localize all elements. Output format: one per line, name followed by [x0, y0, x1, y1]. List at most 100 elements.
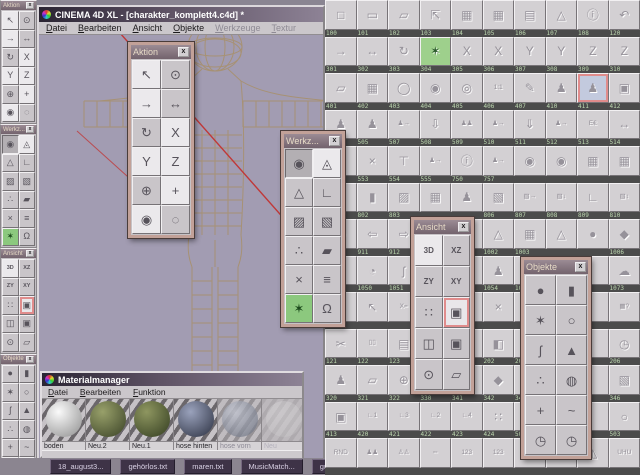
curve-axes-icon[interactable]: ∟809 [577, 183, 609, 220]
table-list-icon[interactable]: ▤106 [514, 0, 546, 37]
figure-arrow-icon[interactable]: ♟→510 [483, 110, 515, 147]
add-spline-button[interactable]: ~ [556, 395, 587, 425]
add-tube-button[interactable]: ʃ [525, 335, 556, 365]
close-icon[interactable]: x [26, 356, 34, 363]
scene-view-button[interactable]: ▣ [443, 328, 471, 359]
close-icon[interactable]: x [575, 262, 586, 272]
rotate-icon[interactable]: ↻303 [388, 37, 420, 74]
add-terrain-button[interactable]: ▲ [19, 402, 36, 421]
material-slot[interactable]: boden [42, 399, 86, 450]
walk-figure-icon[interactable]: ✶304 [420, 37, 452, 74]
menu-ansicht[interactable]: Ansicht [133, 23, 163, 33]
split-2-views-button[interactable]: ◫ [415, 328, 443, 359]
sky-icon[interactable]: ☁1073 [609, 256, 640, 293]
figure-move-icon[interactable]: ♟ [451, 183, 483, 220]
uhu-glue-icon[interactable]: UHU [609, 438, 640, 475]
copy-icon[interactable]: ▯▯122 [357, 329, 389, 366]
scale-tool-button[interactable]: ↔ [19, 30, 36, 49]
menu-textur[interactable]: Textur [272, 23, 297, 33]
z-axis-lock-button[interactable]: Z [19, 67, 36, 86]
one-to-one-icon[interactable]: 1:1406 [483, 73, 515, 110]
torus-icon[interactable]: ◔1050 [357, 256, 389, 293]
tools2-icon[interactable]: × [483, 292, 515, 329]
add-terrain-button[interactable]: ▲ [556, 335, 587, 365]
window-titlebar[interactable]: CINEMA 4D XL - [charakter_komplett4.c4d]… [39, 7, 323, 22]
grid2-icon[interactable]: ▦1003 [514, 219, 546, 256]
scene-objects-icon[interactable]: △107 [546, 0, 578, 37]
view-3d-button[interactable]: 3D [415, 235, 443, 266]
cursor-tool-button[interactable]: ↖ [132, 60, 161, 89]
add-timeline-button[interactable]: ◷ [556, 425, 587, 455]
figure-branch-icon[interactable]: ♟505 [357, 110, 389, 147]
palette-titlebar-werkz[interactable]: Werkz...x [284, 134, 342, 148]
texture-axes-icon[interactable]: ▧806 [483, 183, 515, 220]
add-sphere-button[interactable]: ● [525, 275, 556, 305]
menu-objekte[interactable]: Objekte [173, 23, 204, 33]
grid-question-icon[interactable]: ▦? [609, 292, 640, 329]
split-4-views-button[interactable]: ∷ [415, 297, 443, 328]
add-particles-button[interactable]: ∴ [525, 365, 556, 395]
palette-titlebar-aktion[interactable]: Aktionx [131, 45, 191, 59]
view-xz-button[interactable]: XZ [19, 259, 36, 278]
selection-box-icon[interactable]: ▫▫ [420, 438, 452, 475]
figure-cube-icon[interactable]: ♟→555 [420, 146, 452, 183]
object-mode-button[interactable]: ◬ [313, 149, 341, 178]
taskbar-button[interactable]: gruel.txt [312, 459, 325, 474]
cone-icon[interactable]: △1002 [483, 219, 515, 256]
magnifier-icon[interactable]: ◯403 [388, 73, 420, 110]
figure-scene-icon[interactable]: ♟410 [546, 73, 578, 110]
figures-red-icon[interactable]: ♟♟ [357, 438, 389, 475]
magnify-scene-icon[interactable]: ◎405 [451, 73, 483, 110]
world-coords-button[interactable]: ⊕ [2, 85, 19, 104]
save-icon[interactable]: ▦104 [451, 0, 483, 37]
cubes-view-button[interactable]: ▱ [443, 359, 471, 390]
add-axis-button[interactable]: + [525, 395, 556, 425]
close-icon[interactable]: x [178, 47, 189, 57]
rotate-tool-button[interactable]: ↻ [2, 48, 19, 67]
press-icon[interactable]: ⇓511 [514, 110, 546, 147]
texture-mode-button[interactable]: ▨ [285, 207, 313, 236]
figure-axis-icon[interactable]: ♟320 [325, 365, 357, 402]
pyramid-icon[interactable]: ◆1006 [609, 219, 640, 256]
marble-cylinder-icon[interactable]: ▮802 [357, 183, 389, 220]
edges-mode-button[interactable]: × [2, 209, 19, 228]
material-slot[interactable]: Neu [262, 399, 302, 450]
palette-titlebar-ansicht[interactable]: Ansichtx [1, 249, 36, 258]
polygons-mode-button[interactable]: ▰ [19, 191, 36, 210]
texture-updown-icon[interactable]: ▧↕810 [609, 183, 640, 220]
x-axis-lock-button[interactable]: X [19, 48, 36, 67]
view-1-icon[interactable]: ∟1420 [357, 402, 389, 439]
magnet-tool-button[interactable]: Ω [313, 294, 341, 323]
polygons-mode-button[interactable]: ▰ [313, 236, 341, 265]
camera-link-icon[interactable]: ◉ [514, 146, 546, 183]
stopwatch-stamp-icon[interactable]: ◷206 [609, 329, 640, 366]
y-axis-lock-button[interactable]: Y [132, 147, 161, 176]
taskbar-button[interactable]: 18_august3... [50, 459, 111, 474]
plane-axis-icon[interactable]: ▱321 [357, 365, 389, 402]
figures-123-arrow-icon[interactable]: 123 [483, 438, 515, 475]
taskbar-button[interactable]: gehörlos.txt [120, 459, 175, 474]
menu-datei[interactable]: Datei [46, 23, 67, 33]
close-folder-icon[interactable]: ⇱103 [420, 0, 452, 37]
world-axis-tool-button[interactable]: ∟ [19, 154, 36, 173]
material-menu-bearbeiten[interactable]: Bearbeiten [80, 387, 121, 397]
single-view-button[interactable]: ▣ [443, 297, 471, 328]
camera-unlink-button[interactable]: ◌ [19, 104, 36, 123]
view-3d-button[interactable]: 3D [2, 259, 19, 278]
add-sphere-button[interactable]: ● [2, 365, 19, 384]
texture-axis-mode-button[interactable]: ▧ [313, 207, 341, 236]
texture-down-icon[interactable]: ▧↓808 [546, 183, 578, 220]
merge-document-icon[interactable]: ▱102 [388, 0, 420, 37]
taskbar-button[interactable]: maren.txt [184, 459, 231, 474]
scene-view-icon[interactable]: ▣413 [325, 402, 357, 439]
save-as-icon[interactable]: ▦105 [483, 0, 515, 37]
edges-mode-button[interactable]: × [285, 265, 313, 294]
camera-link-button[interactable]: ◉ [2, 104, 19, 123]
single-view-button[interactable]: ▣ [19, 296, 36, 315]
world-axis-tool-button[interactable]: ∟ [313, 178, 341, 207]
rotate-tool-button[interactable]: ↻ [132, 118, 161, 147]
cone2-icon[interactable]: △ [546, 219, 578, 256]
y-axis-lock-button[interactable]: Y [2, 67, 19, 86]
add-circle-button[interactable]: ○ [19, 383, 36, 402]
object-axis-button[interactable]: + [19, 85, 36, 104]
